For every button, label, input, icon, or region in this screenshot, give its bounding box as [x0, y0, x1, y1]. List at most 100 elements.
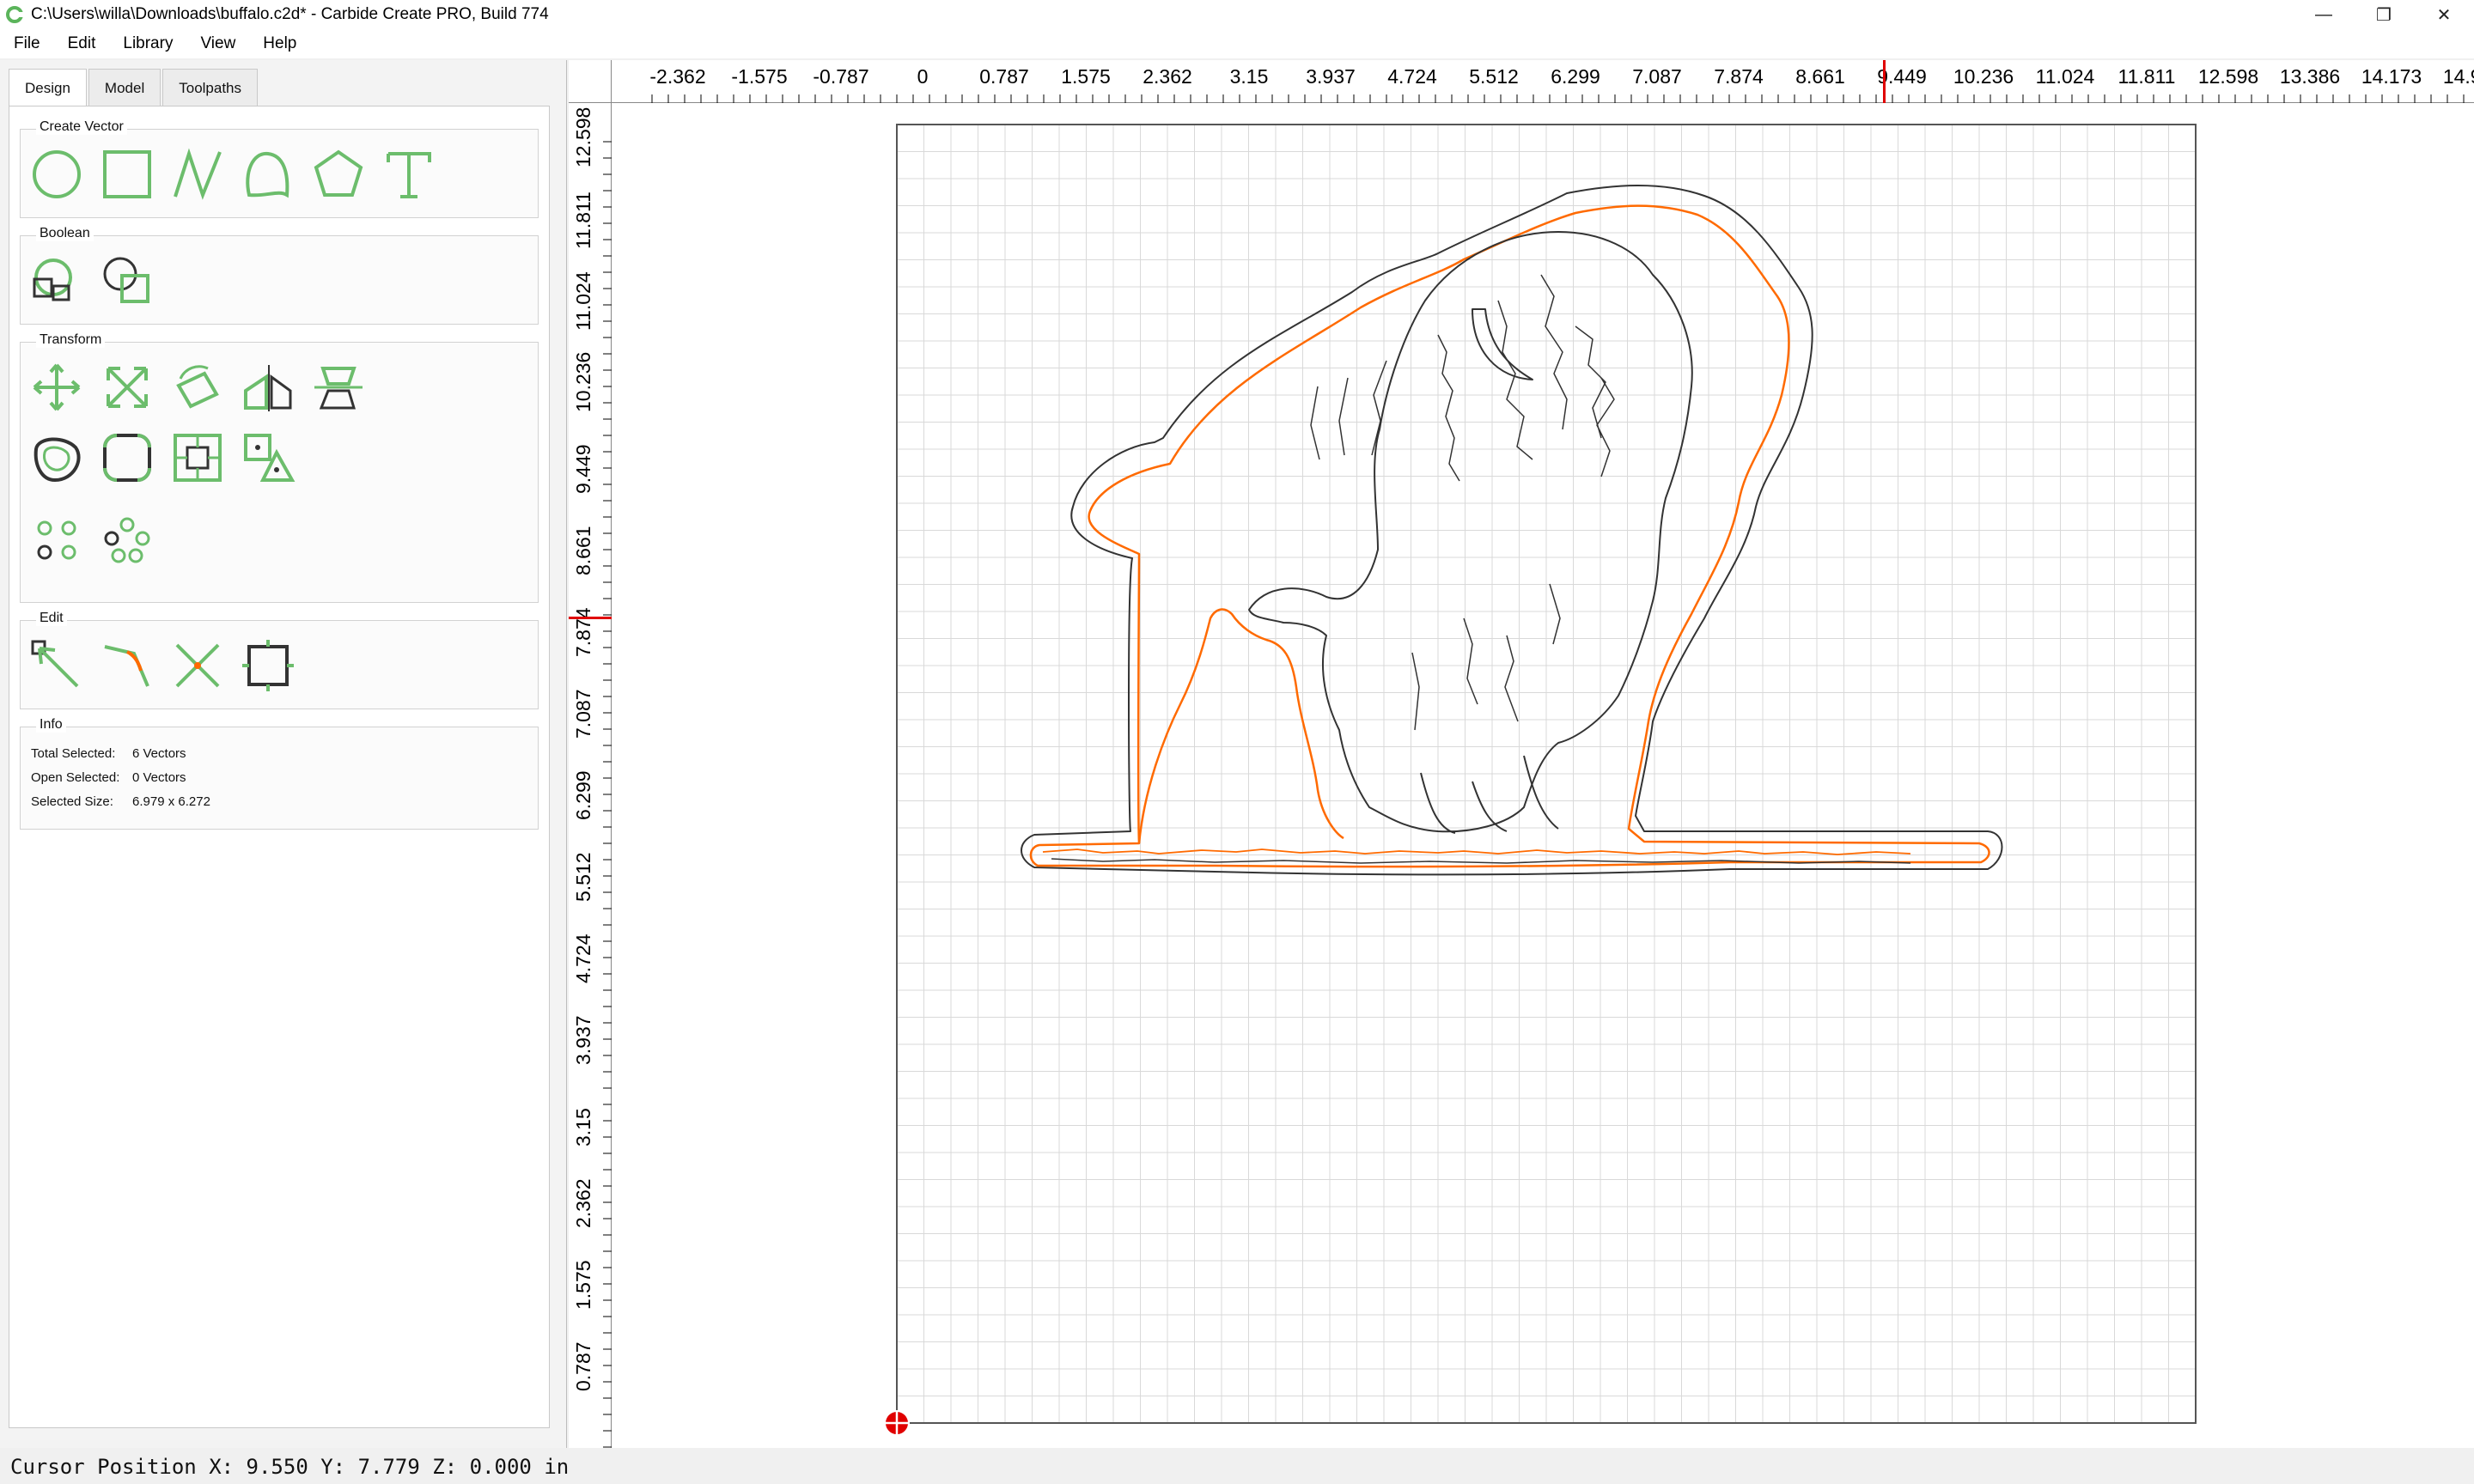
menu-edit[interactable]: Edit [54, 29, 110, 58]
total-selected-label: Total Selected: [31, 746, 116, 761]
move-tool[interactable] [27, 358, 86, 417]
circular-array-icon [37, 520, 76, 560]
workspace[interactable] [613, 103, 2474, 1448]
top-ruler-label: 8.661 [1795, 65, 1845, 88]
menu-bar: File Edit Library View Help [0, 29, 2474, 58]
rectangle-icon [103, 150, 151, 198]
top-ruler-label: 11.024 [2035, 65, 2095, 88]
text-tool[interactable] [380, 145, 438, 204]
left-ruler-label: 7.874 [572, 607, 594, 657]
create-vector-group: Create Vector [20, 119, 539, 218]
left-ruler-label: 11.024 [572, 271, 594, 331]
boolean-subtract-tool[interactable] [98, 252, 156, 310]
boolean-union-tool[interactable] [27, 252, 86, 310]
minimize-button[interactable]: — [2294, 0, 2354, 29]
group-title-create-vector: Create Vector [36, 119, 127, 135]
menu-library[interactable]: Library [109, 29, 186, 58]
menu-view[interactable]: View [186, 29, 249, 58]
menu-file[interactable]: File [0, 29, 54, 58]
trim-tool[interactable] [168, 636, 227, 695]
tab-model[interactable]: Model [88, 69, 161, 106]
close-button[interactable]: ✕ [2414, 0, 2474, 29]
tab-design[interactable]: Design [9, 69, 87, 106]
top-ruler-label: 11.811 [2118, 65, 2176, 88]
selected-size-label: Selected Size: [31, 794, 113, 809]
mirror-tool[interactable] [239, 358, 297, 417]
array-tool[interactable] [239, 429, 297, 487]
top-ruler-label: 12.598 [2197, 65, 2259, 88]
top-ruler-label: 13.386 [2279, 65, 2341, 88]
restore-icon: ❐ [2376, 5, 2392, 25]
center-tool[interactable] [168, 429, 227, 487]
align-tool[interactable] [309, 358, 368, 417]
left-ruler-label: 11.811 [572, 192, 594, 249]
group-title-info: Info [36, 717, 66, 733]
info-group: Info Total Selected: 6 Vectors Open Sele… [20, 717, 539, 830]
pattern-icon [104, 517, 150, 563]
polyline-tool[interactable] [168, 145, 227, 204]
fillet-tool[interactable] [98, 429, 156, 487]
boolean-group: Boolean [20, 226, 539, 325]
top-ruler-label: 2.362 [1143, 65, 1192, 88]
polygon-tool[interactable] [309, 145, 368, 204]
left-panel: Design Model Toolpaths Create Vector Boo… [0, 60, 567, 1448]
trim-icon [175, 643, 220, 688]
tab-toolpaths[interactable]: Toolpaths [162, 69, 259, 106]
group-title-edit: Edit [36, 611, 67, 626]
smooth-tool[interactable] [98, 636, 156, 695]
edit-group: Edit [20, 611, 539, 709]
array-icon [244, 434, 296, 482]
left-ruler-label: 8.661 [572, 526, 594, 575]
left-ruler: 12.598 11.811 11.024 10.236 9.449 8.661 7.874 7… [569, 103, 612, 1473]
top-ruler: -2.362 -1.575 -0.787 0 0.787 1.575 2.362 3.15 3.… [569, 60, 2474, 103]
design-canvas-area[interactable]: -2.362 -1.575 -0.787 0 0.787 1.575 2.362 3.15 3.… [569, 60, 2474, 1473]
left-ruler-label: 3.937 [572, 1015, 594, 1065]
restore-button[interactable]: ❐ [2354, 0, 2414, 29]
circle-tool[interactable] [27, 145, 86, 204]
total-selected-value: 6 Vectors [132, 746, 186, 761]
join-tool[interactable] [239, 636, 297, 695]
top-ruler-label: 4.724 [1387, 65, 1437, 88]
polyline-icon [174, 148, 222, 200]
top-ruler-label: -2.362 [649, 65, 706, 88]
rectangle-tool[interactable] [98, 145, 156, 204]
curve-tool[interactable] [239, 145, 297, 204]
curve-icon [246, 151, 289, 198]
left-ruler-label: 3.15 [572, 1108, 594, 1146]
smooth-icon [104, 645, 149, 687]
top-ruler-label: 14.961 [2442, 65, 2474, 88]
top-ruler-label: 10.236 [1953, 65, 2014, 88]
pattern-tool[interactable] [98, 511, 156, 569]
left-ruler-label: 9.449 [572, 444, 594, 494]
transform-group: Transform [20, 332, 539, 603]
top-ruler-label: 14.173 [2361, 65, 2422, 88]
top-ruler-cursor-marker [1883, 60, 1886, 103]
left-ruler-label: 5.512 [572, 852, 594, 902]
left-ruler-label: 12.598 [572, 106, 594, 167]
mirror-icon [244, 365, 292, 411]
node-edit-icon [31, 640, 79, 688]
align-icon [314, 367, 363, 410]
left-ruler-label: 4.724 [572, 934, 594, 983]
text-icon [387, 152, 431, 198]
title-bar: C:\Users\willa\Downloads\buffalo.c2d* - … [0, 0, 2474, 29]
rotate-tool[interactable] [168, 358, 227, 417]
left-ruler-label: 1.575 [572, 1260, 594, 1310]
open-selected-label: Open Selected: [31, 770, 120, 785]
ruler-corner [569, 60, 612, 103]
node-edit-tool[interactable] [27, 636, 86, 695]
top-ruler-label: -0.787 [813, 65, 869, 88]
offset-tool[interactable] [27, 429, 86, 487]
top-ruler-label: 1.575 [1061, 65, 1111, 88]
move-icon [33, 363, 81, 411]
top-ruler-label: 7.874 [1714, 65, 1764, 88]
top-ruler-label: 0 [917, 65, 929, 88]
menu-help[interactable]: Help [249, 29, 310, 58]
group-title-boolean: Boolean [36, 226, 94, 241]
left-ruler-label: 10.236 [572, 351, 594, 412]
window-title: C:\Users\willa\Downloads\buffalo.c2d* - … [31, 5, 549, 23]
circular-array-tool[interactable] [27, 511, 86, 569]
scale-tool[interactable] [98, 358, 156, 417]
top-ruler-label: 7.087 [1632, 65, 1682, 88]
circle-icon [33, 150, 81, 198]
